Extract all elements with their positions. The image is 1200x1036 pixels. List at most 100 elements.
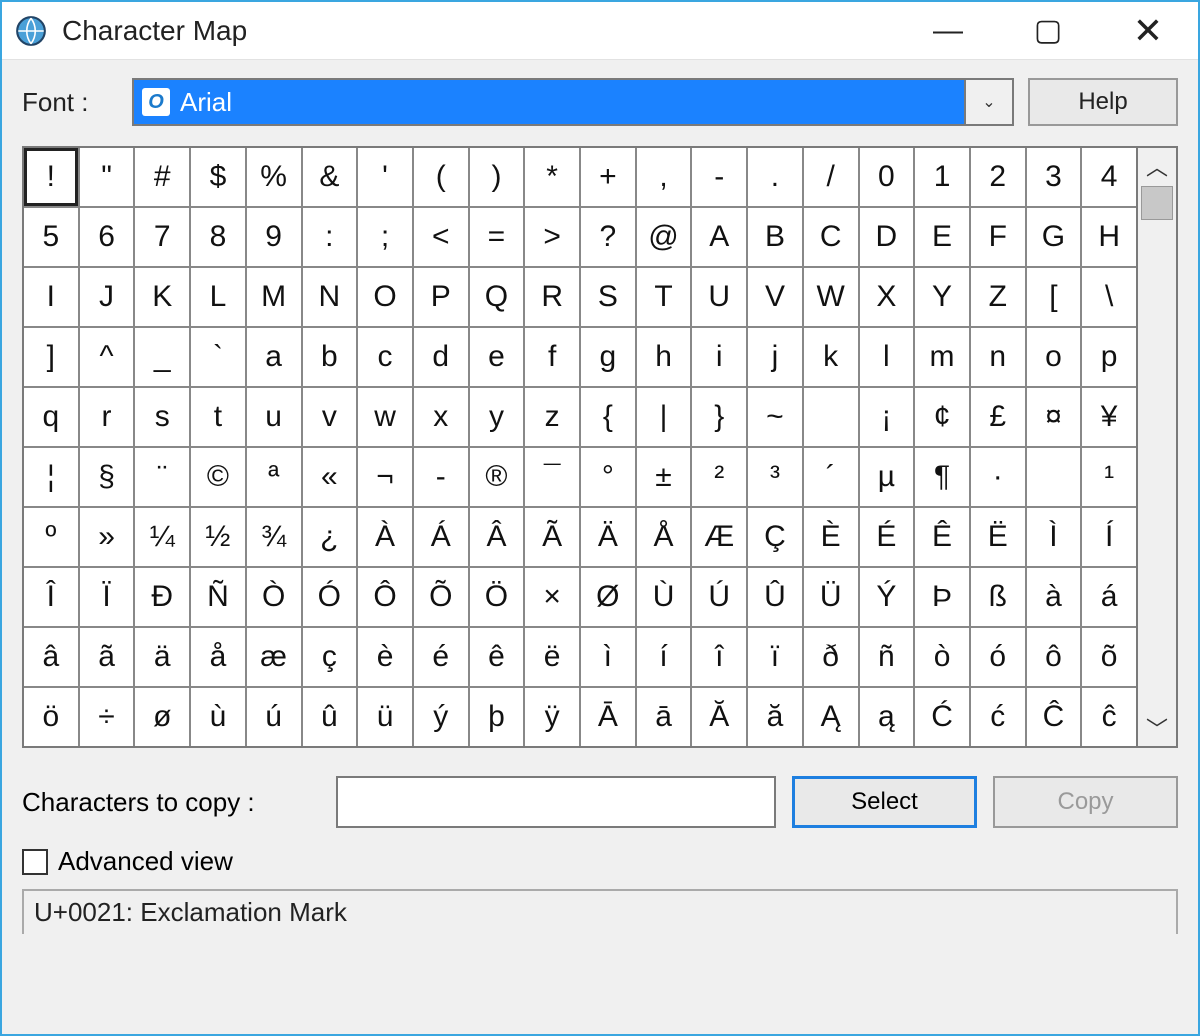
character-cell[interactable]: ½ — [191, 508, 245, 566]
character-cell[interactable]: 5 — [24, 208, 78, 266]
character-cell[interactable]: £ — [971, 388, 1025, 446]
character-cell[interactable]: e — [470, 328, 524, 386]
character-cell[interactable]: ý — [414, 688, 468, 746]
character-cell[interactable]: Í — [1082, 508, 1136, 566]
character-cell[interactable]: ô — [1027, 628, 1081, 686]
character-cell[interactable]: Ý — [860, 568, 914, 626]
character-cell[interactable]: H — [1082, 208, 1136, 266]
character-cell[interactable]: Ć — [915, 688, 969, 746]
minimize-button[interactable]: — — [898, 2, 998, 60]
character-cell[interactable]: A — [692, 208, 746, 266]
character-cell[interactable]: ¹ — [1082, 448, 1136, 506]
character-cell[interactable]: º — [24, 508, 78, 566]
character-cell[interactable]: Z — [971, 268, 1025, 326]
character-cell[interactable]: ă — [748, 688, 802, 746]
character-cell[interactable]: ą — [860, 688, 914, 746]
character-cell[interactable]: æ — [247, 628, 301, 686]
character-cell[interactable]: Æ — [692, 508, 746, 566]
character-cell[interactable]: É — [860, 508, 914, 566]
character-cell[interactable]: v — [303, 388, 357, 446]
character-cell[interactable]: Á — [414, 508, 468, 566]
scroll-up-icon[interactable]: ︿ — [1138, 148, 1176, 184]
character-cell[interactable]: b — [303, 328, 357, 386]
character-cell[interactable]: 1 — [915, 148, 969, 206]
character-cell[interactable]: ? — [581, 208, 635, 266]
character-cell[interactable]: ³ — [748, 448, 802, 506]
character-cell[interactable]: ñ — [860, 628, 914, 686]
character-cell[interactable]: : — [303, 208, 357, 266]
character-cell[interactable]: } — [692, 388, 746, 446]
character-cell[interactable]: ï — [748, 628, 802, 686]
character-cell[interactable]: Ï — [80, 568, 134, 626]
character-cell[interactable]: ! — [24, 148, 78, 206]
character-cell[interactable]: Ì — [1027, 508, 1081, 566]
character-cell[interactable]: Â — [470, 508, 524, 566]
character-cell[interactable]: ¿ — [303, 508, 357, 566]
character-cell[interactable]: M — [247, 268, 301, 326]
character-cell[interactable]: ] — [24, 328, 78, 386]
character-cell[interactable]: W — [804, 268, 858, 326]
help-button[interactable]: Help — [1028, 78, 1178, 126]
character-cell[interactable]: ó — [971, 628, 1025, 686]
character-cell[interactable]: 6 — [80, 208, 134, 266]
character-cell[interactable]: µ — [860, 448, 914, 506]
character-cell[interactable]: Ü — [804, 568, 858, 626]
character-cell[interactable]: t — [191, 388, 245, 446]
character-cell[interactable]: I — [24, 268, 78, 326]
character-cell[interactable]: > — [525, 208, 579, 266]
character-cell[interactable]: ¯ — [525, 448, 579, 506]
character-cell[interactable]: þ — [470, 688, 524, 746]
character-cell[interactable]: ÷ — [80, 688, 134, 746]
character-cell[interactable]: ë — [525, 628, 579, 686]
character-cell[interactable]: Ä — [581, 508, 635, 566]
character-cell[interactable]: P — [414, 268, 468, 326]
character-cell[interactable]: Y — [915, 268, 969, 326]
character-cell[interactable]: $ — [191, 148, 245, 206]
character-cell[interactable]: õ — [1082, 628, 1136, 686]
character-cell[interactable]: y — [470, 388, 524, 446]
character-cell[interactable] — [1027, 448, 1081, 506]
character-cell[interactable]: n — [971, 328, 1025, 386]
character-cell[interactable]: a — [247, 328, 301, 386]
character-cell[interactable]: / — [804, 148, 858, 206]
character-cell[interactable]: Ĉ — [1027, 688, 1081, 746]
character-cell[interactable]: m — [915, 328, 969, 386]
character-cell[interactable]: ° — [581, 448, 635, 506]
character-cell[interactable]: l — [860, 328, 914, 386]
character-cell[interactable]: ê — [470, 628, 524, 686]
character-cell[interactable]: p — [1082, 328, 1136, 386]
character-cell[interactable]: û — [303, 688, 357, 746]
character-cell[interactable]: ¤ — [1027, 388, 1081, 446]
character-cell[interactable]: Û — [748, 568, 802, 626]
character-cell[interactable]: S — [581, 268, 635, 326]
character-cell[interactable]: ä — [135, 628, 189, 686]
character-cell[interactable]: \ — [1082, 268, 1136, 326]
character-cell[interactable]: R — [525, 268, 579, 326]
character-cell[interactable]: ' — [358, 148, 412, 206]
character-cell[interactable]: X — [860, 268, 914, 326]
character-cell[interactable]: ç — [303, 628, 357, 686]
character-cell[interactable]: Ã — [525, 508, 579, 566]
character-cell[interactable] — [804, 388, 858, 446]
character-cell[interactable]: á — [1082, 568, 1136, 626]
character-cell[interactable]: L — [191, 268, 245, 326]
character-cell[interactable]: ± — [637, 448, 691, 506]
character-cell[interactable]: < — [414, 208, 468, 266]
character-cell[interactable]: ¬ — [358, 448, 412, 506]
character-cell[interactable]: B — [748, 208, 802, 266]
character-cell[interactable]: T — [637, 268, 691, 326]
character-cell[interactable]: À — [358, 508, 412, 566]
character-cell[interactable]: Ă — [692, 688, 746, 746]
character-cell[interactable]: - — [692, 148, 746, 206]
character-cell[interactable]: í — [637, 628, 691, 686]
maximize-button[interactable]: ▢ — [998, 2, 1098, 60]
close-button[interactable]: ✕ — [1098, 2, 1198, 60]
character-cell[interactable]: ¶ — [915, 448, 969, 506]
character-cell[interactable]: ø — [135, 688, 189, 746]
character-cell[interactable]: Ù — [637, 568, 691, 626]
character-cell[interactable]: ¢ — [915, 388, 969, 446]
character-cell[interactable]: â — [24, 628, 78, 686]
character-cell[interactable]: D — [860, 208, 914, 266]
character-cell[interactable]: Ó — [303, 568, 357, 626]
character-cell[interactable]: ² — [692, 448, 746, 506]
